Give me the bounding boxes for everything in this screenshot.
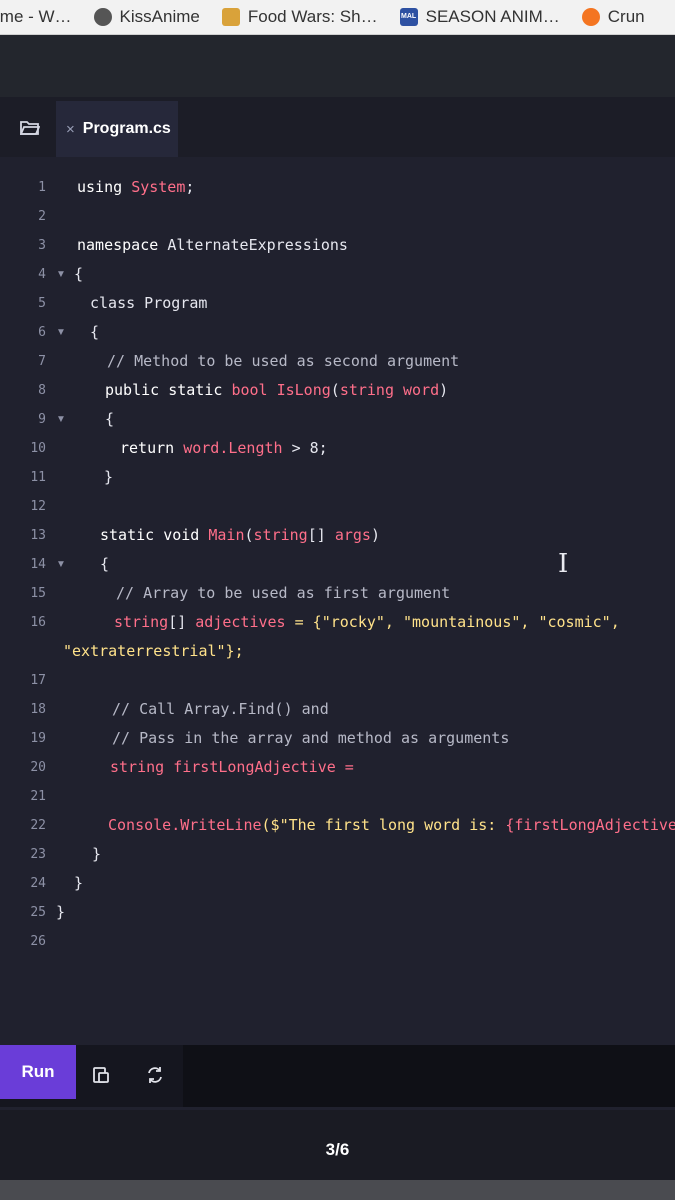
- bookmark-crunchyroll[interactable]: Crun: [581, 7, 645, 27]
- code-line-23: }: [92, 845, 102, 863]
- screen-bezel: [0, 1180, 675, 1200]
- reset-icon[interactable]: [138, 1058, 172, 1092]
- code-line-20: string firstLongAdjective =: [110, 758, 354, 776]
- keyword: using: [77, 178, 132, 196]
- code-line-1: using System;: [77, 178, 194, 196]
- bookmark-kissanime[interactable]: KissAnime: [93, 7, 200, 27]
- bookmark-label: SEASON ANIM…: [425, 7, 560, 26]
- string-literal: = {"rocky", "mountainous", "cosmic",: [285, 613, 620, 631]
- type-name: args: [334, 526, 371, 544]
- code-line-6: {: [90, 323, 100, 341]
- code-line-4: {: [74, 265, 84, 283]
- keyword: namespace: [77, 236, 168, 254]
- type-name: string: [114, 613, 169, 631]
- mal-icon: MAL: [399, 8, 418, 26]
- bookmark-food-wars[interactable]: Food Wars: Sh…: [221, 7, 378, 27]
- copy-clipboard-icon[interactable]: [84, 1058, 118, 1092]
- type-name: bool IsLong: [231, 381, 331, 399]
- pagination-indicator: 3/6: [325, 1140, 350, 1159]
- code-line-8: public static bool IsLong(string word): [105, 381, 448, 399]
- punct: =: [335, 758, 354, 776]
- punct: ): [370, 526, 380, 544]
- globe-icon: [93, 8, 112, 26]
- interpolated-variable: {firstLongAdjective}: [505, 816, 675, 834]
- code-line-22: Console.WriteLine($"The first long word …: [108, 816, 675, 834]
- code-line-7-comment: // Method to be used as second argument: [107, 352, 460, 370]
- keyword: static void: [100, 526, 209, 544]
- text-cursor-ibeam-icon: I: [558, 549, 569, 579]
- output-strip: [183, 1045, 675, 1107]
- tab-label: Program.cs: [82, 120, 171, 137]
- code-line-16: string[] adjectives = {"rocky", "mountai…: [114, 613, 620, 631]
- code-area[interactable]: using System; namespace AlternateExpress…: [0, 157, 675, 1057]
- type-name: Main: [208, 526, 245, 544]
- bookmark-label: Crun: [607, 7, 645, 26]
- keyword: return: [120, 439, 184, 457]
- punct: (: [330, 381, 340, 399]
- browser-gap: [0, 35, 675, 97]
- code-line-10: return word.Length > 8;: [120, 439, 328, 457]
- bookmark-label: ime - W…: [0, 7, 72, 26]
- bookmark-label: KissAnime: [119, 7, 200, 26]
- keyword: public static: [105, 381, 232, 399]
- code-line-11: }: [104, 468, 114, 486]
- type-name: adjectives: [195, 613, 286, 631]
- run-button[interactable]: Run: [0, 1045, 76, 1099]
- bookmark-label: Food Wars: Sh…: [247, 7, 378, 26]
- folder-open-icon[interactable]: [14, 115, 46, 141]
- type-name: string firstLongAdjective: [110, 758, 336, 776]
- code-line-14: {: [100, 555, 110, 573]
- bookmark-item[interactable]: ime - W…: [0, 7, 72, 27]
- code-line-24: }: [74, 874, 84, 892]
- code-line-19-comment: // Pass in the array and method as argum…: [112, 729, 510, 747]
- identifier: AlternateExpressions: [167, 236, 348, 254]
- type-name: string word: [339, 381, 440, 399]
- code-line-25: }: [56, 903, 66, 921]
- punct: ): [439, 381, 449, 399]
- punct: (: [244, 526, 254, 544]
- punct: > 8;: [282, 439, 328, 457]
- code-line-13: static void Main(string[] args): [100, 526, 380, 544]
- code-editor[interactable]: × Program.cs 1 2 3 4 ▼ 5 6 ▼ 7 8 9 ▼ 10 …: [0, 97, 675, 1137]
- bookmark-season-anime[interactable]: MAL SEASON ANIM…: [399, 7, 560, 27]
- type-name: Console.WriteLine: [108, 816, 262, 834]
- code-line-3: namespace AlternateExpressions: [77, 236, 348, 254]
- code-line-15-comment: // Array to be used as first argument: [116, 584, 451, 602]
- tab-program-cs[interactable]: × Program.cs: [56, 101, 178, 157]
- type-name: word.Length: [183, 439, 283, 457]
- crunchyroll-icon: [581, 8, 600, 26]
- punct: ;: [185, 178, 195, 196]
- code-line-9: {: [105, 410, 115, 428]
- type-name: string: [253, 526, 308, 544]
- food-wars-icon: [221, 8, 240, 26]
- code-line-16-wrap: "extraterrestrial"};: [63, 642, 244, 660]
- close-icon[interactable]: ×: [66, 121, 75, 138]
- punct: []: [168, 613, 196, 631]
- code-line-5: class Program: [90, 294, 208, 312]
- punct: []: [307, 526, 335, 544]
- code-line-18-comment: // Call Array.Find() and: [112, 700, 329, 718]
- type-name: System: [131, 178, 186, 196]
- string-literal: ($"The first long word is:: [261, 816, 506, 834]
- bookmarks-bar: ime - W… KissAnime Food Wars: Sh… MAL SE…: [0, 0, 675, 35]
- editor-tab-bar: × Program.cs: [0, 97, 675, 157]
